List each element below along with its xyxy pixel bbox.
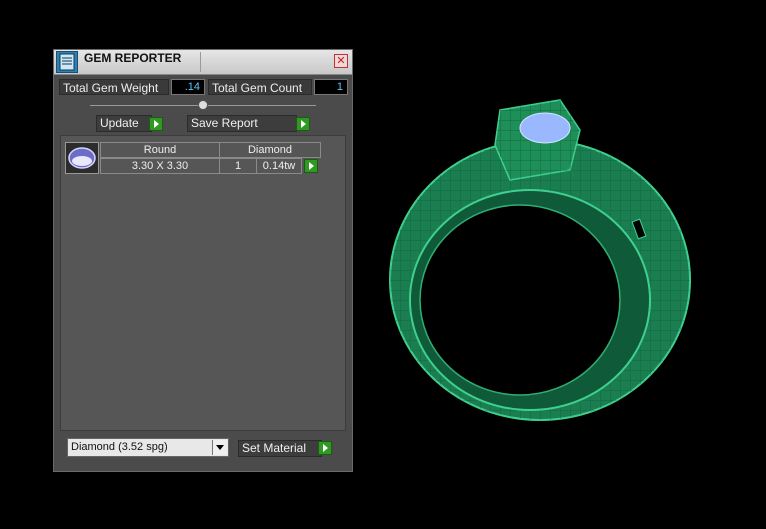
set-material-button[interactable]: Set Material [238,440,322,457]
slider-handle[interactable] [198,100,208,110]
play-arrow-icon[interactable] [149,117,163,131]
save-report-button[interactable]: Save Report [187,115,297,132]
play-arrow-icon[interactable] [318,441,332,455]
update-button[interactable]: Update [96,115,152,132]
round-diamond-icon [65,142,99,174]
chevron-down-icon[interactable] [212,440,227,455]
play-arrow-icon[interactable] [296,117,310,131]
save-report-label: Save Report [191,116,258,130]
gem-shape-cell: Round [100,142,220,158]
gem-size-cell: 3.30 X 3.30 [100,158,220,174]
gem-weight-cell: 0.14tw [256,158,302,174]
gem-reporter-icon [56,51,78,73]
gem-material-cell: Diamond [219,142,321,158]
material-dropdown[interactable]: Diamond (3.52 spg) [67,438,229,457]
play-arrow-icon[interactable] [304,159,318,173]
close-icon: ✕ [336,55,346,67]
total-gem-weight-field[interactable]: .14 [171,79,205,95]
gem-reporter-panel: GEM REPORTER ✕ Total Gem Weight .14 Tota… [53,49,353,472]
title-bar[interactable]: GEM REPORTER ✕ [54,50,352,75]
set-material-label: Set Material [242,441,307,455]
close-button[interactable]: ✕ [334,54,348,68]
update-label: Update [100,116,139,130]
gem-list: Round Diamond 3.30 X 3.30 1 0.14tw [60,135,346,431]
title-divider [200,52,201,72]
gem-count-cell: 1 [219,158,257,174]
total-gem-weight-label: Total Gem Weight [59,79,169,95]
ring-hole [419,204,621,396]
total-gem-count-label: Total Gem Count [208,79,312,95]
material-dropdown-value: Diamond (3.52 spg) [71,441,168,453]
diamond-gem [519,112,571,144]
ring-viewport[interactable] [380,90,710,435]
window-title: GEM REPORTER [84,51,182,65]
total-gem-count-field[interactable]: 1 [314,79,348,95]
